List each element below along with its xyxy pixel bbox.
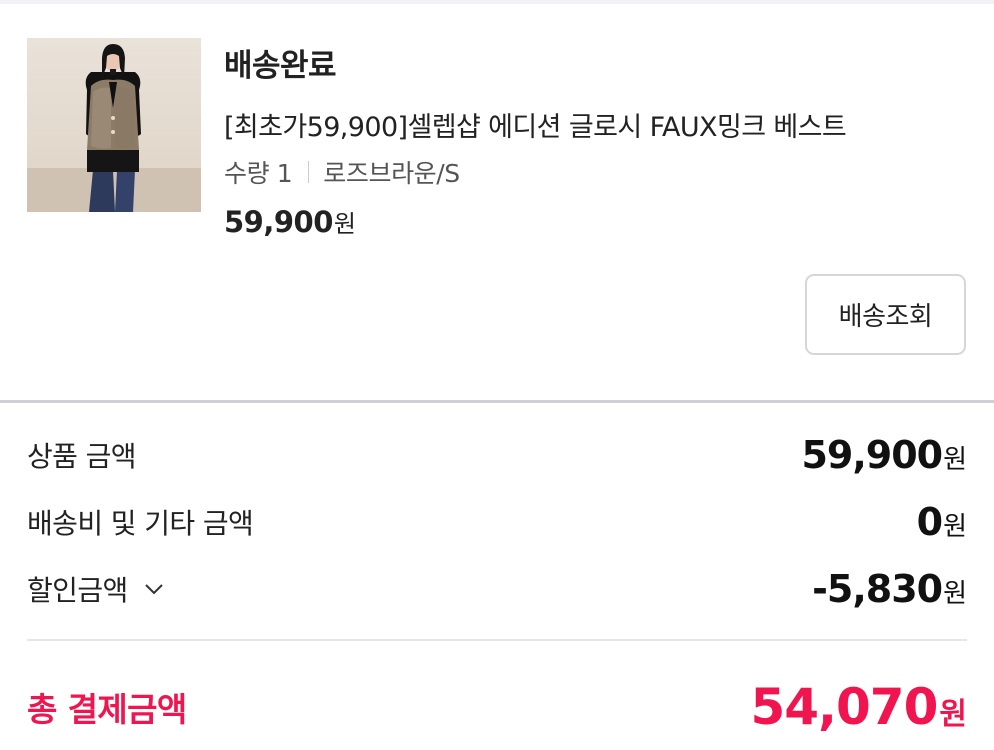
total-value: 54,070 원: [750, 678, 967, 736]
option-text: 로즈브라운/S: [323, 159, 460, 188]
summary-row-product-amount: 상품 금액 59,900 원: [27, 430, 967, 480]
summary-value: 0 원: [917, 500, 967, 544]
order-item-card: 배송완료 [최초가59,900]셀렙샵 에디션 글로시 FAUX밍크 베스트 수…: [0, 4, 994, 400]
product-options: 수량 1 로즈브라운/S: [224, 154, 460, 190]
payment-summary: 상품 금액 59,900 원 배송비 및 기타 금액 0 원 할인금액 -5,8…: [0, 403, 994, 750]
delivery-status: 배송완료: [224, 48, 337, 84]
summary-value-number: 0: [916, 500, 943, 544]
product-thumbnail[interactable]: [27, 38, 201, 212]
product-name[interactable]: [최초가59,900]셀렙샵 에디션 글로시 FAUX밍크 베스트: [224, 105, 847, 144]
item-price-currency: 원: [333, 210, 357, 238]
summary-value-number: -5,830: [812, 567, 943, 611]
summary-label: 상품 금액: [27, 440, 137, 473]
option-divider: [308, 161, 310, 183]
summary-value: -5,830 원: [812, 567, 967, 611]
total-value-currency: 원: [939, 697, 967, 732]
summary-divider: [27, 639, 967, 641]
chevron-down-icon[interactable]: [142, 577, 166, 601]
summary-label: 할인금액: [27, 574, 128, 607]
item-price-value: 59,900: [224, 205, 333, 239]
summary-row-discount[interactable]: 할인금액 -5,830 원: [27, 564, 967, 614]
total-value-number: 54,070: [750, 678, 938, 736]
summary-value-number: 59,900: [801, 433, 943, 477]
summary-value-currency: 원: [943, 512, 967, 542]
summary-row-shipping-fee: 배송비 및 기타 금액 0 원: [27, 497, 967, 547]
summary-value-currency: 원: [943, 579, 967, 609]
item-price: 59,900 원: [224, 204, 356, 239]
product-image-illustration: [27, 44, 201, 212]
total-payment-row: 총 결제금액 54,070 원: [27, 675, 967, 739]
summary-value-currency: 원: [943, 445, 967, 475]
summary-value: 59,900 원: [801, 433, 967, 477]
summary-label: 배송비 및 기타 금액: [27, 507, 254, 540]
quantity-text: 수량 1: [224, 159, 293, 188]
track-delivery-button[interactable]: 배송조회: [805, 274, 966, 355]
discount-toggle[interactable]: 할인금액: [27, 569, 166, 609]
total-label: 총 결제금액: [27, 690, 187, 729]
